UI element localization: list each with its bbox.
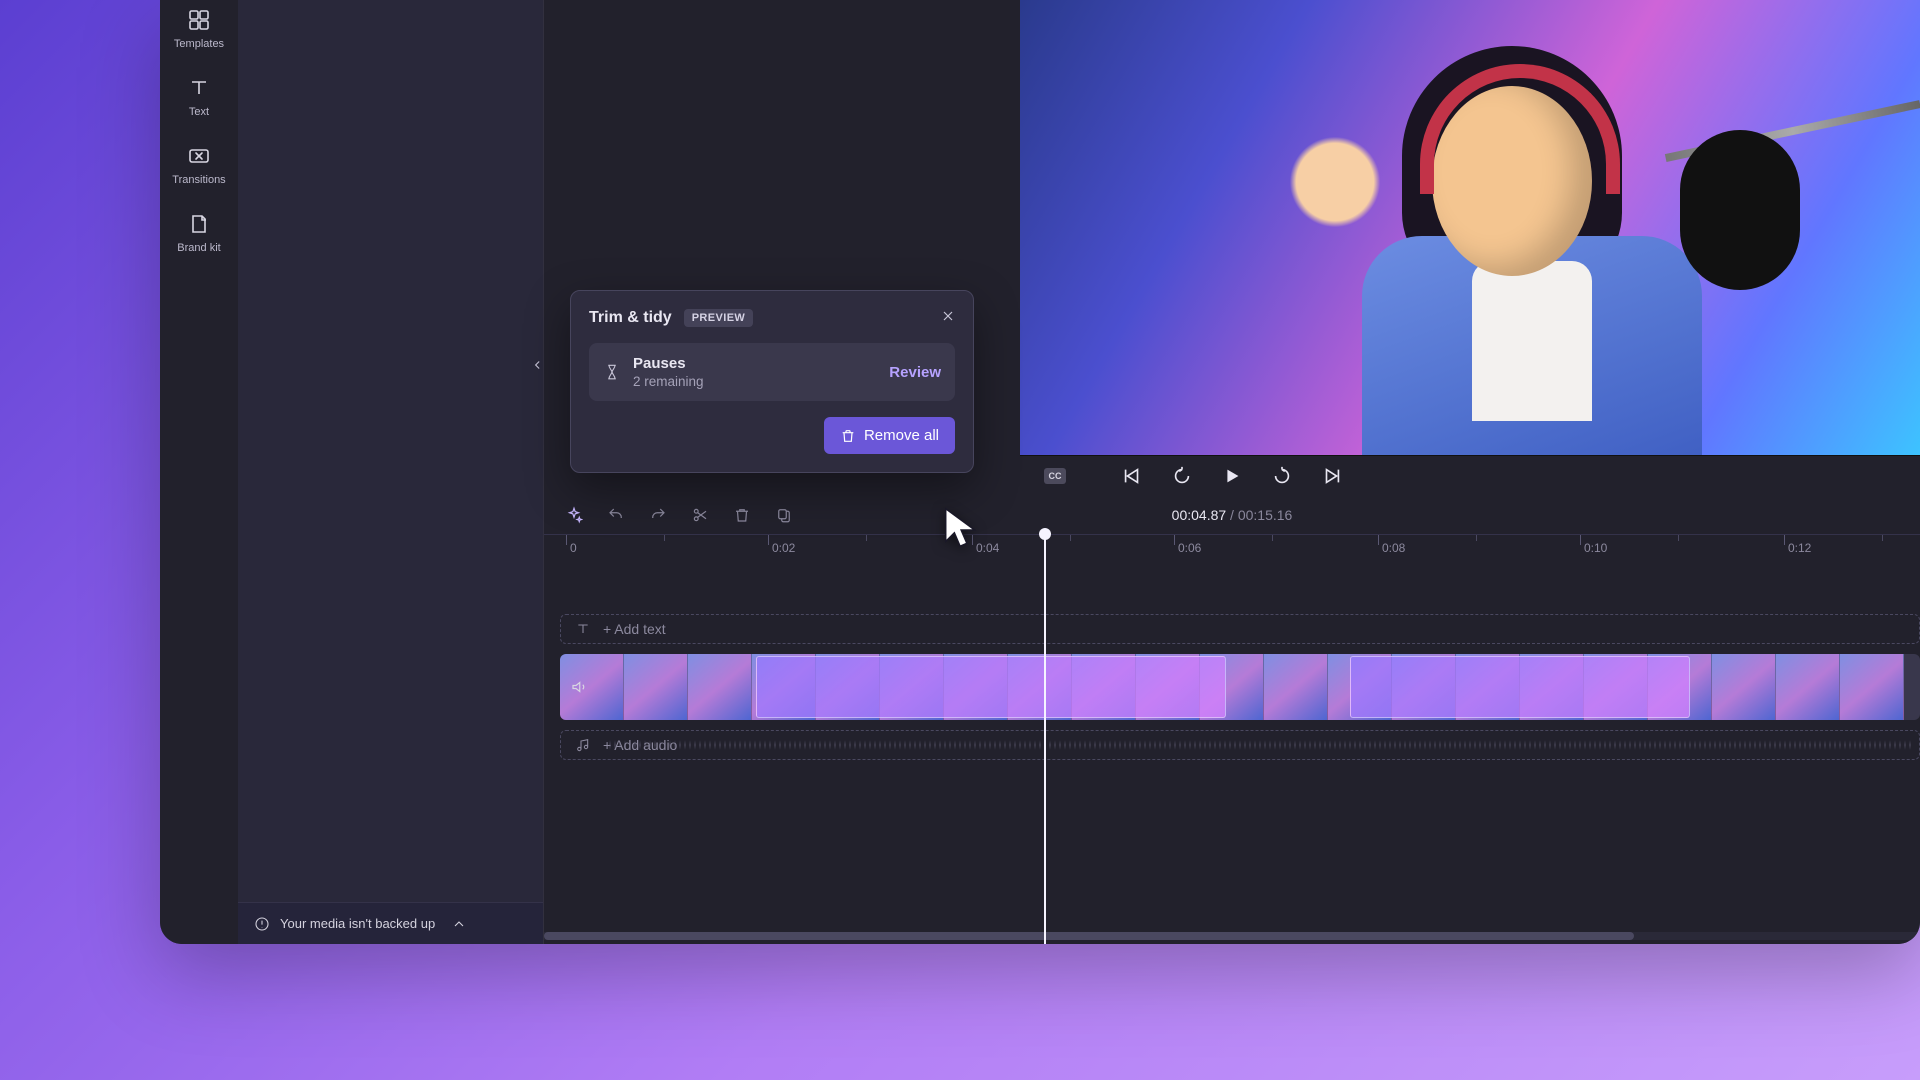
pause-segment-1[interactable] xyxy=(756,656,1226,718)
rail-transitions-label: Transitions xyxy=(172,174,225,186)
music-note-icon xyxy=(575,737,591,753)
backup-notice-text: Your media isn't backed up xyxy=(280,916,435,931)
audio-track-placeholder[interactable]: + Add audio xyxy=(560,730,1920,760)
trash-icon xyxy=(840,428,856,444)
track-mute-button[interactable] xyxy=(570,678,588,696)
sparkle-icon xyxy=(565,506,583,524)
preview-badge: PREVIEW xyxy=(684,309,754,327)
chevron-up-icon xyxy=(451,916,467,932)
next-clip-button[interactable] xyxy=(1319,463,1345,489)
editor-stage: Trim & tidy PREVIEW Pauses 2 remaining R… xyxy=(544,0,1920,944)
pauses-remaining: 2 remaining xyxy=(633,374,877,389)
timeline-scrollbar[interactable] xyxy=(544,932,1920,940)
video-track[interactable] xyxy=(560,654,1920,720)
delete-button[interactable] xyxy=(732,505,752,525)
timeline-tracks[interactable]: + Add text xyxy=(544,564,1920,944)
brand-kit-icon xyxy=(187,212,211,236)
split-button[interactable] xyxy=(690,505,710,525)
rail-brand-kit-label: Brand kit xyxy=(177,242,220,254)
rail-templates[interactable]: Templates xyxy=(174,8,224,50)
media-side-panel: Your media isn't backed up xyxy=(238,0,544,944)
redo-icon xyxy=(649,506,667,524)
mouse-cursor-graphic xyxy=(940,505,986,551)
remove-all-button[interactable]: Remove all xyxy=(824,417,955,454)
playhead[interactable] xyxy=(1044,534,1046,944)
forward-button[interactable] xyxy=(1269,463,1295,489)
trim-and-tidy-popover: Trim & tidy PREVIEW Pauses 2 remaining R… xyxy=(570,290,974,473)
pause-segment-2[interactable] xyxy=(1350,656,1690,718)
play-button[interactable] xyxy=(1219,463,1245,489)
rail-text[interactable]: Text xyxy=(187,76,211,118)
hourglass-icon xyxy=(603,363,621,381)
video-preview[interactable] xyxy=(1020,0,1920,456)
text-track-icon xyxy=(575,621,591,637)
timeline-scrollbar-thumb[interactable] xyxy=(544,932,1634,940)
close-icon xyxy=(940,308,956,324)
timeline-toolbar: 00:04.87 / 00:15.16 xyxy=(544,496,1920,534)
duplicate-button[interactable] xyxy=(774,505,794,525)
scissors-icon xyxy=(691,506,709,524)
rail-transitions[interactable]: Transitions xyxy=(172,144,225,186)
transitions-icon xyxy=(187,144,211,168)
pauses-title: Pauses xyxy=(633,355,877,372)
timeline-ruler[interactable]: 0 0:02 0:04 0:06 0:08 0:10 0:12 xyxy=(544,534,1920,564)
pauses-card[interactable]: Pauses 2 remaining Review xyxy=(589,343,955,401)
app-shell: Templates Text Transitions Brand kit You… xyxy=(160,0,1920,944)
warning-icon xyxy=(254,916,270,932)
ai-sparkle-button[interactable] xyxy=(564,505,584,525)
preview-area: Trim & tidy PREVIEW Pauses 2 remaining R… xyxy=(544,0,1920,456)
trash-small-icon xyxy=(733,506,751,524)
rail-brand-kit[interactable]: Brand kit xyxy=(177,212,220,254)
rewind-button[interactable] xyxy=(1169,463,1195,489)
undo-icon xyxy=(607,506,625,524)
add-text-label: + Add text xyxy=(603,621,666,637)
left-tool-rail: Templates Text Transitions Brand kit xyxy=(160,0,238,944)
time-total: 00:15.16 xyxy=(1238,507,1293,523)
redo-button[interactable] xyxy=(648,505,668,525)
time-current: 00:04.87 xyxy=(1172,507,1227,523)
review-link[interactable]: Review xyxy=(889,364,941,381)
closed-captions-toggle[interactable]: CC xyxy=(1044,468,1066,484)
rail-text-label: Text xyxy=(189,106,209,118)
text-track-placeholder[interactable]: + Add text xyxy=(560,614,1920,644)
popover-close-button[interactable] xyxy=(937,305,959,327)
waveform-preview xyxy=(609,737,1911,753)
templates-icon xyxy=(187,8,211,32)
duplicate-icon xyxy=(775,506,793,524)
undo-button[interactable] xyxy=(606,505,626,525)
speaker-icon xyxy=(570,678,588,696)
remove-all-label: Remove all xyxy=(864,427,939,444)
backup-notice-bar[interactable]: Your media isn't backed up xyxy=(238,902,543,944)
rail-templates-label: Templates xyxy=(174,38,224,50)
popover-title: Trim & tidy xyxy=(589,309,672,327)
prev-clip-button[interactable] xyxy=(1119,463,1145,489)
text-icon xyxy=(187,76,211,100)
